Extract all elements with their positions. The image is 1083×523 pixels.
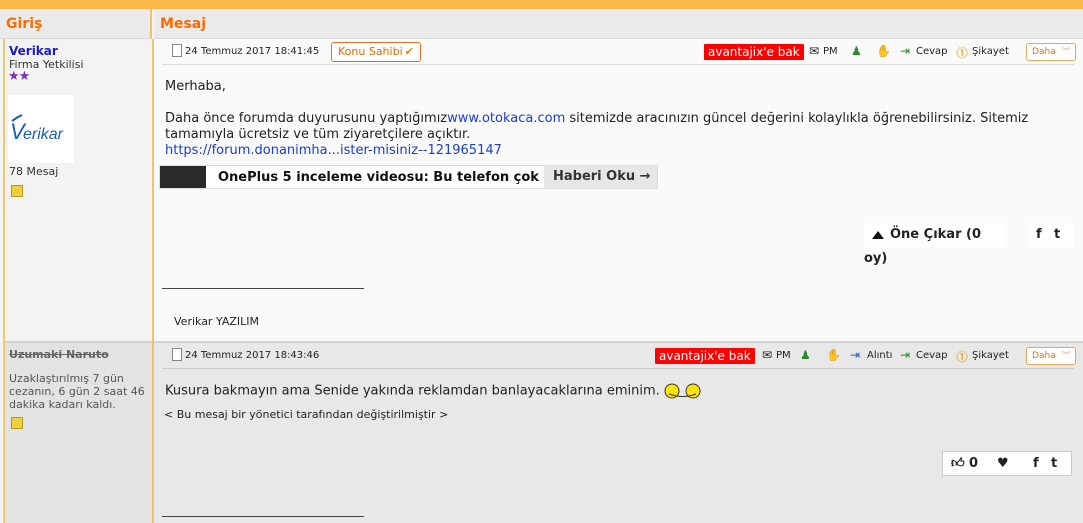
post1-reply-link[interactable]: Cevap — [916, 46, 948, 57]
post1-report-link[interactable]: Şikayet — [972, 46, 1009, 57]
post2-body: Kusura bakmayın ama Senide yakında rekla… — [165, 383, 702, 400]
post2-more-dropdown[interactable]: Daha ﹀ — [1026, 347, 1076, 365]
twitter-icon[interactable]: t — [1054, 223, 1060, 247]
user-info-icon[interactable] — [11, 417, 23, 429]
post2-header: 24 Temmuz 2017 18:43:46 avantajix'e bak … — [162, 343, 1076, 369]
post1-signature: Verikar YAZILIM — [174, 315, 259, 328]
post2-author-name[interactable]: Uzumaki Naruto — [9, 348, 109, 361]
signature-divider — [162, 288, 364, 289]
reply-icon[interactable]: ⇥ — [900, 44, 910, 58]
share-box: f t — [1028, 223, 1073, 247]
header-login-label: Giriş — [6, 16, 43, 32]
add-friend-icon[interactable]: ♟ — [851, 44, 862, 58]
user-info-icon[interactable] — [11, 185, 23, 197]
chevron-down-icon: ﹀ — [1062, 351, 1070, 360]
header-login-column: Giriş — [0, 9, 152, 39]
post1-header: 24 Temmuz 2017 18:41:45 Konu Sahibi ✔ ava… — [162, 39, 1076, 65]
block-user-icon[interactable]: ✋ — [826, 348, 841, 362]
top-accent-bar — [0, 0, 1083, 9]
post2-text: Kusura bakmayın ama Senide yakında rekla… — [165, 383, 660, 399]
pm-icon[interactable]: ✉ — [809, 44, 819, 58]
up-arrow-icon — [872, 231, 884, 239]
post2-reaction-box: 👍︎ 0 ♥ f t — [942, 451, 1072, 476]
news-thumbnail — [160, 166, 206, 188]
header-message-label: Mesaj — [160, 16, 207, 32]
header-message-column: Mesaj — [154, 9, 1083, 39]
reply-icon[interactable]: ⇥ — [900, 348, 910, 362]
topic-owner-badge: Konu Sahibi ✔ — [331, 42, 421, 62]
post1-text-3: tamamıyla ücretsiz ve tüm ziyaretçilere … — [165, 127, 471, 142]
check-icon: ✔ — [404, 45, 414, 58]
like-count: 0 — [969, 456, 979, 471]
column-divider — [152, 39, 154, 523]
pm-icon[interactable]: ✉ — [762, 348, 772, 362]
post2-reply-link[interactable]: Cevap — [916, 350, 948, 361]
smiley-icon — [664, 383, 701, 399]
post2-more-label: Daha — [1032, 351, 1056, 361]
post2-report-link[interactable]: Şikayet — [972, 350, 1009, 361]
post1-more-label: Daha — [1032, 47, 1056, 57]
forum-url-link[interactable]: https://forum.donanimha...ister-misiniz-… — [165, 143, 502, 158]
post1-text-1: Daha önce forumda duyurusunu yaptığımız — [165, 111, 448, 126]
report-icon[interactable]: ⓵ — [956, 348, 968, 365]
post1-rank-stars: ★★ — [8, 69, 30, 84]
left-border — [3, 39, 5, 523]
post2: 24 Temmuz 2017 18:43:46 avantajix'e bak … — [154, 343, 1083, 523]
post1-author-name[interactable]: Verikar — [9, 44, 58, 58]
twitter-icon[interactable]: t — [1051, 452, 1057, 475]
post2-pm-link[interactable]: PM — [776, 350, 791, 361]
post1: 24 Temmuz 2017 18:41:45 Konu Sahibi ✔ ava… — [154, 39, 1083, 341]
svg-text:erikar: erikar — [23, 126, 64, 143]
chevron-down-icon: ﹀ — [1062, 47, 1070, 56]
post1-greeting: Merhaba, — [165, 79, 226, 94]
post-date-icon — [172, 44, 182, 57]
promote-button[interactable]: Öne Çıkar (0 oy) — [864, 223, 1007, 266]
post1-text-2: sitemizde aracınızın güncel değerini kol… — [565, 111, 1029, 126]
block-user-icon[interactable]: ✋ — [876, 44, 891, 58]
report-icon[interactable]: ⓵ — [956, 44, 968, 61]
post1-message-count: 78 Mesaj — [9, 165, 59, 178]
post2-author-panel: Uzumaki Naruto Uzaklaştırılmış 7 gün cez… — [5, 343, 152, 523]
otokaca-link[interactable]: www.otokaca.com — [447, 111, 565, 126]
post2-date: 24 Temmuz 2017 18:43:46 — [185, 350, 320, 361]
post2-avantajix-button[interactable]: avantajix'e bak — [655, 348, 755, 364]
post1-body: Daha önce forumda duyurusunu yaptığımızw… — [165, 111, 1065, 159]
read-news-button[interactable]: Haberi Oku → — [544, 166, 657, 188]
news-card[interactable]: OnePlus 5 inceleme videosu: Bu telefon ç… — [159, 165, 658, 189]
verikar-logo: V erikar — [10, 114, 64, 144]
post2-edit-note: < Bu mesaj bir yönetici tarafından değiş… — [164, 408, 449, 421]
facebook-icon[interactable]: f — [1033, 452, 1039, 475]
post1-pm-link[interactable]: PM — [823, 46, 838, 57]
post1-avantajix-button[interactable]: avantajix'e bak — [704, 44, 804, 60]
thumbs-up-icon[interactable]: 👍︎ — [951, 452, 965, 475]
post1-avatar[interactable]: V erikar — [8, 95, 74, 163]
post2-ban-notice: Uzaklaştırılmış 7 gün cezanın, 6 gün 2 s… — [9, 372, 145, 411]
post2-quote-link[interactable]: Alıntı — [867, 350, 892, 361]
signature-divider — [162, 516, 364, 517]
post1-more-dropdown[interactable]: Daha ﹀ — [1026, 43, 1076, 61]
quote-icon[interactable]: ⇥ — [850, 348, 860, 362]
heart-icon[interactable]: ♥ — [997, 452, 1009, 475]
facebook-icon[interactable]: f — [1036, 223, 1042, 247]
post1-date: 24 Temmuz 2017 18:41:45 — [185, 46, 320, 57]
post1-author-panel: Verikar Firma Yetkilisi ★★ V erikar 78 M… — [5, 39, 152, 341]
news-title[interactable]: OnePlus 5 inceleme videosu: Bu telefon ç… — [218, 170, 558, 185]
add-friend-icon[interactable]: ♟ — [800, 348, 811, 362]
post-date-icon — [172, 348, 182, 361]
topic-owner-label: Konu Sahibi — [338, 45, 403, 58]
